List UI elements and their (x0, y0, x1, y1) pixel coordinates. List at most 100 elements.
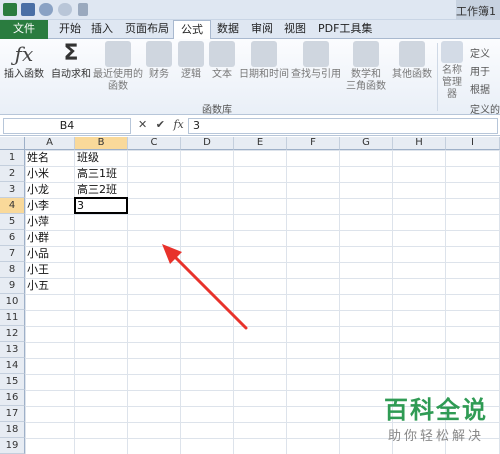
finance-button[interactable]: 财务 (145, 41, 173, 81)
fx-icon: ƒx (14, 42, 34, 66)
create-from-selection-button[interactable]: 根据 (470, 81, 490, 96)
cell-a9[interactable]: 小五 (25, 278, 75, 294)
math-label-2: 三角函数 (346, 81, 386, 92)
tab-pdf-tools[interactable]: PDF工具集 (311, 20, 379, 39)
cell-a1[interactable]: 姓名 (25, 150, 75, 166)
row-header-3[interactable]: 3 (0, 182, 25, 198)
tab-formulas[interactable]: 公式 (173, 20, 211, 40)
row-header-8[interactable]: 8 (0, 262, 25, 278)
insert-function-label: 插入函数 (4, 69, 44, 80)
grid-line (286, 150, 287, 454)
grid-line (180, 150, 181, 454)
formula-input[interactable]: 3 (188, 118, 498, 134)
title-bar: 工作簿1 (0, 0, 500, 20)
column-header-e[interactable]: E (234, 137, 287, 150)
tab-data[interactable]: 数据 (210, 20, 246, 39)
other-book-icon (399, 41, 425, 67)
select-all-corner[interactable] (0, 137, 25, 150)
row-header-15[interactable]: 15 (0, 374, 25, 390)
enter-icon[interactable]: ✔ (156, 118, 165, 131)
column-header-a[interactable]: A (25, 137, 75, 150)
ribbon-formulas: ƒx 插入函数 Σ 自动求和 最近使用的 函数 财务 逻辑 文本 日期和时间 查… (0, 39, 500, 116)
other-functions-button[interactable]: 其他函数 (390, 41, 434, 81)
excel-app-icon (3, 3, 17, 16)
text-label: 文本 (212, 69, 232, 80)
define-name-button[interactable]: 定义 (470, 45, 490, 60)
row-header-14[interactable]: 14 (0, 358, 25, 374)
row-header-6[interactable]: 6 (0, 230, 25, 246)
row-header-19[interactable]: 19 (0, 438, 25, 454)
tab-review[interactable]: 审阅 (244, 20, 280, 39)
tab-file[interactable]: 文件 (0, 20, 48, 39)
finance-label: 财务 (149, 69, 169, 80)
use-in-formula-button[interactable]: 用于 (470, 63, 490, 78)
lookup-label: 查找与引用 (291, 69, 341, 80)
tab-page-layout[interactable]: 页面布局 (118, 20, 176, 39)
formula-bar: B4 ✕ ✔ fx 3 (0, 116, 500, 136)
recent-functions-button[interactable]: 最近使用的 函数 (93, 41, 143, 93)
tab-home[interactable]: 开始 (52, 20, 88, 39)
text-book-icon (209, 41, 235, 67)
cell-a3[interactable]: 小龙 (25, 182, 75, 198)
cell-a8[interactable]: 小王 (25, 262, 75, 278)
math-button[interactable]: 数学和 三角函数 (342, 41, 390, 93)
row-header-13[interactable]: 13 (0, 342, 25, 358)
column-header-d[interactable]: D (181, 137, 234, 150)
column-header-h[interactable]: H (393, 137, 446, 150)
cell-a6[interactable]: 小群 (25, 230, 75, 246)
cell-a5[interactable]: 小萍 (25, 214, 75, 230)
active-cell-border (74, 197, 128, 214)
row-header-10[interactable]: 10 (0, 294, 25, 310)
lookup-button[interactable]: 查找与引用 (290, 41, 342, 81)
logic-button[interactable]: 逻辑 (177, 41, 205, 81)
watermark-main: 百科全说 (384, 396, 488, 424)
cell-a2[interactable]: 小米 (25, 166, 75, 182)
cell-a4[interactable]: 小李 (25, 198, 75, 214)
column-header-b[interactable]: B (75, 137, 128, 150)
insert-function-icon[interactable]: fx (173, 118, 183, 131)
datetime-book-icon (251, 41, 277, 67)
text-button[interactable]: 文本 (208, 41, 236, 81)
redo-icon[interactable] (58, 3, 72, 16)
datetime-label: 日期和时间 (239, 69, 289, 80)
recent-label-2: 函数 (108, 81, 128, 92)
grid-line (233, 150, 234, 454)
row-header-7[interactable]: 7 (0, 246, 25, 262)
column-header-g[interactable]: G (340, 137, 393, 150)
ribbon-tabs: 文件 开始 插入 页面布局 公式 数据 审阅 视图 PDF工具集 (0, 20, 500, 40)
grid-line (339, 150, 340, 454)
datetime-button[interactable]: 日期和时间 (238, 41, 290, 81)
cell-a7[interactable]: 小品 (25, 246, 75, 262)
cell-b2[interactable]: 高三1班 (75, 166, 128, 182)
insert-function-button[interactable]: ƒx 插入函数 (2, 41, 46, 81)
save-icon[interactable] (21, 3, 35, 16)
row-header-4[interactable]: 4 (0, 198, 25, 214)
name-box[interactable]: B4 (3, 118, 131, 134)
column-header-i[interactable]: I (446, 137, 500, 150)
customize-icon[interactable] (78, 3, 88, 16)
defined-names-label: 定义的 (470, 105, 500, 116)
row-header-1[interactable]: 1 (0, 150, 25, 166)
column-header-c[interactable]: C (128, 137, 181, 150)
cell-b3[interactable]: 高三2班 (75, 182, 128, 198)
name-manager-button[interactable]: 名称 管理器 (438, 41, 466, 101)
cell-b1[interactable]: 班级 (75, 150, 128, 166)
tab-insert[interactable]: 插入 (84, 20, 120, 39)
row-header-18[interactable]: 18 (0, 422, 25, 438)
row-header-11[interactable]: 11 (0, 310, 25, 326)
define-name-label: 定义 (470, 49, 490, 60)
watermark: 百科全说 助你轻松解决 (384, 390, 488, 444)
tab-view[interactable]: 视图 (277, 20, 313, 39)
autosum-button[interactable]: Σ 自动求和 (49, 41, 93, 81)
math-label-1: 数学和 (351, 69, 381, 80)
row-header-5[interactable]: 5 (0, 214, 25, 230)
row-header-16[interactable]: 16 (0, 390, 25, 406)
row-header-17[interactable]: 17 (0, 406, 25, 422)
row-header-9[interactable]: 9 (0, 278, 25, 294)
cancel-icon[interactable]: ✕ (138, 118, 147, 131)
column-header-f[interactable]: F (287, 137, 340, 150)
row-header-2[interactable]: 2 (0, 166, 25, 182)
row-header-12[interactable]: 12 (0, 326, 25, 342)
use-in-formula-label: 用于 (470, 67, 490, 78)
undo-icon[interactable] (39, 3, 53, 16)
